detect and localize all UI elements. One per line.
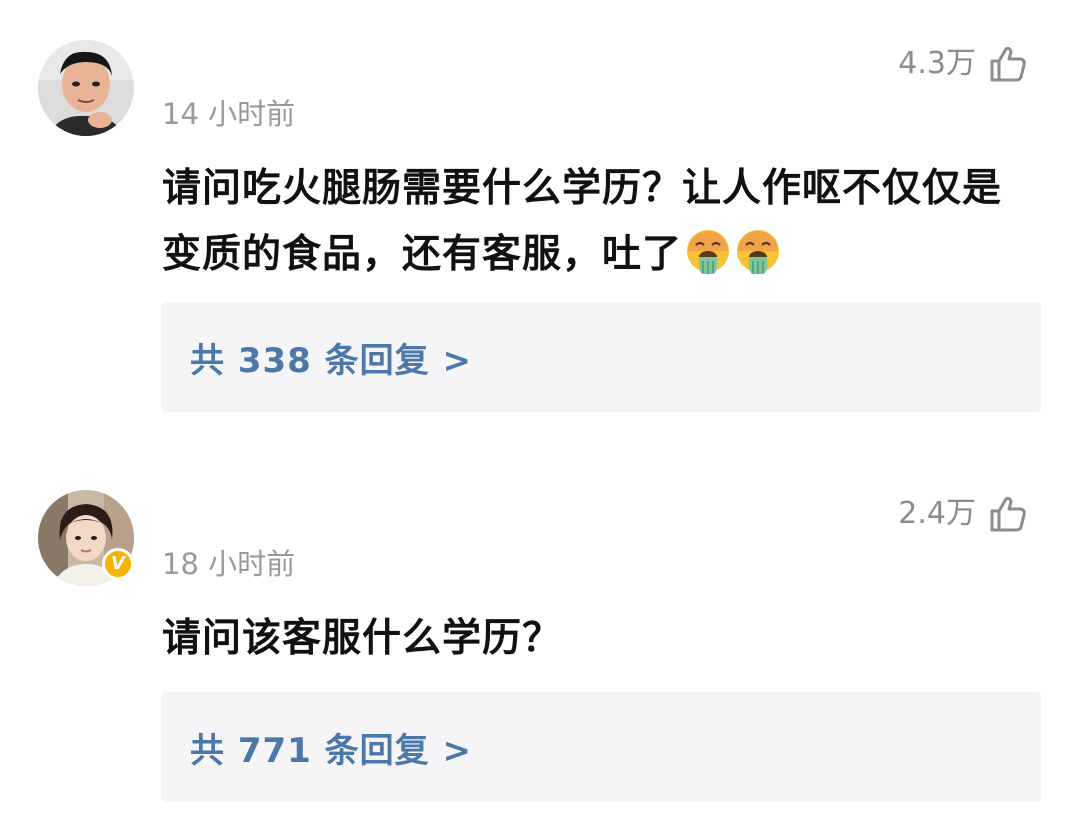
thumbs-up-icon[interactable] xyxy=(988,44,1028,84)
thumbs-up-icon[interactable] xyxy=(988,494,1028,534)
comment-text: 请问该客服什么学历？ xyxy=(162,606,1032,672)
replies-count-label: 共 771 条回复 > xyxy=(190,730,472,771)
comment-timestamp: 18 小时前 xyxy=(162,547,296,581)
comment-text: 请问吃火腿肠需要什么学历？让人作呕不仅仅是变质的食品，还有客服，吐了 xyxy=(162,156,1032,296)
vomiting-face-icon xyxy=(684,227,732,296)
replies-link[interactable]: 共 338 条回复 > xyxy=(161,302,1041,412)
replies-link[interactable]: 共 771 条回复 > xyxy=(161,692,1041,802)
like-control[interactable]: 2.4万 xyxy=(898,492,1028,536)
like-control[interactable]: 4.3万 xyxy=(898,42,1028,86)
verified-badge-icon: V xyxy=(102,548,134,580)
like-count: 2.4万 xyxy=(898,496,976,531)
replies-count-label: 共 338 条回复 > xyxy=(190,340,472,381)
avatar[interactable] xyxy=(38,40,134,136)
comment-item: 4.3万 14 小时前 请问吃火腿肠需要什么学历？让人作呕不仅仅是变质的食品，还… xyxy=(0,0,1080,420)
comment-item: V 2.4万 18 小时前 请问该客服什么学历？ 共 771 条回复 > xyxy=(0,450,1080,828)
comment-timestamp: 14 小时前 xyxy=(162,97,296,131)
comment-body: 请问该客服什么学历？ xyxy=(162,616,563,661)
like-count: 4.3万 xyxy=(898,46,976,81)
comment-body: 请问吃火腿肠需要什么学历？让人作呕不仅仅是变质的食品，还有客服，吐了 xyxy=(162,166,1003,277)
vomiting-face-icon xyxy=(734,227,782,296)
